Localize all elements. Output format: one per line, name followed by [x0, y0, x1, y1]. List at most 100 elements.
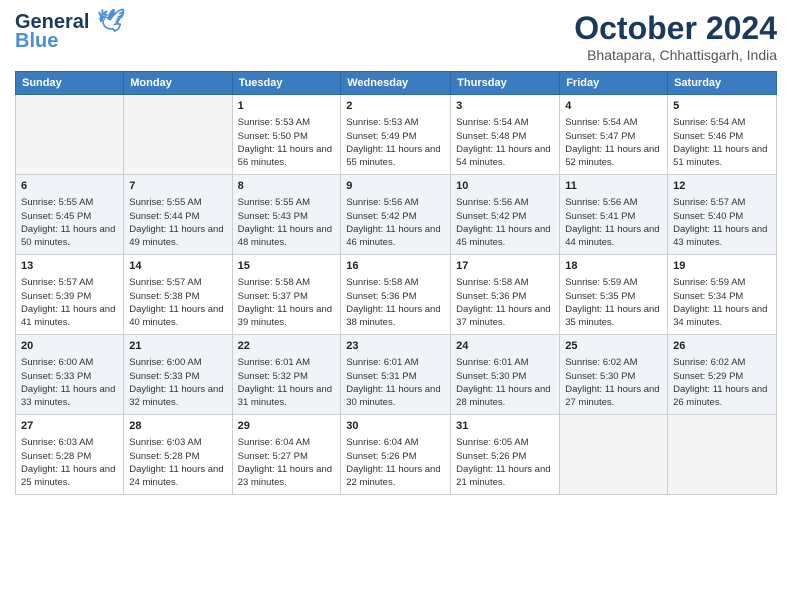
sunset-text: Sunset: 5:39 PM	[21, 290, 118, 303]
day-number: 29	[238, 419, 336, 434]
sunrise-text: Sunrise: 5:56 AM	[565, 196, 662, 209]
daylight-text: Daylight: 11 hours and 55 minutes.	[346, 143, 445, 170]
sunrise-text: Sunrise: 6:05 AM	[456, 436, 554, 449]
sunrise-text: Sunrise: 5:58 AM	[238, 276, 336, 289]
month-title: October 2024	[574, 10, 777, 47]
col-sunday: Sunday	[16, 72, 124, 95]
sunset-text: Sunset: 5:29 PM	[673, 370, 771, 383]
calendar-day-cell	[16, 95, 124, 175]
daylight-text: Daylight: 11 hours and 41 minutes.	[21, 303, 118, 330]
sunrise-text: Sunrise: 5:54 AM	[565, 116, 662, 129]
logo-blue: Blue	[15, 30, 58, 53]
sunrise-text: Sunrise: 6:03 AM	[129, 436, 226, 449]
daylight-text: Daylight: 11 hours and 54 minutes.	[456, 143, 554, 170]
sunset-text: Sunset: 5:26 PM	[346, 450, 445, 463]
day-number: 22	[238, 339, 336, 354]
sunset-text: Sunset: 5:40 PM	[673, 210, 771, 223]
daylight-text: Daylight: 11 hours and 50 minutes.	[21, 223, 118, 250]
calendar-day-cell: 25Sunrise: 6:02 AMSunset: 5:30 PMDayligh…	[560, 335, 668, 415]
sunrise-text: Sunrise: 5:56 AM	[456, 196, 554, 209]
calendar-day-cell	[560, 415, 668, 495]
daylight-text: Daylight: 11 hours and 48 minutes.	[238, 223, 336, 250]
day-number: 31	[456, 419, 554, 434]
daylight-text: Daylight: 11 hours and 28 minutes.	[456, 383, 554, 410]
logo: General 🕊 Blue	[15, 10, 125, 53]
calendar-week-row: 13Sunrise: 5:57 AMSunset: 5:39 PMDayligh…	[16, 255, 777, 335]
calendar-day-cell: 3Sunrise: 5:54 AMSunset: 5:48 PMDaylight…	[451, 95, 560, 175]
sunrise-text: Sunrise: 5:55 AM	[129, 196, 226, 209]
daylight-text: Daylight: 11 hours and 51 minutes.	[673, 143, 771, 170]
sunset-text: Sunset: 5:36 PM	[346, 290, 445, 303]
calendar-day-cell: 5Sunrise: 5:54 AMSunset: 5:46 PMDaylight…	[668, 95, 777, 175]
sunrise-text: Sunrise: 5:55 AM	[238, 196, 336, 209]
page-container: General 🕊 Blue October 2024 Bhatapara, C…	[0, 0, 792, 612]
daylight-text: Daylight: 11 hours and 34 minutes.	[673, 303, 771, 330]
sunrise-text: Sunrise: 5:57 AM	[21, 276, 118, 289]
calendar-day-cell: 1Sunrise: 5:53 AMSunset: 5:50 PMDaylight…	[232, 95, 341, 175]
sunrise-text: Sunrise: 6:00 AM	[21, 356, 118, 369]
sunrise-text: Sunrise: 5:54 AM	[673, 116, 771, 129]
calendar-week-row: 20Sunrise: 6:00 AMSunset: 5:33 PMDayligh…	[16, 335, 777, 415]
col-friday: Friday	[560, 72, 668, 95]
sunset-text: Sunset: 5:28 PM	[129, 450, 226, 463]
daylight-text: Daylight: 11 hours and 43 minutes.	[673, 223, 771, 250]
day-number: 11	[565, 179, 662, 194]
sunrise-text: Sunrise: 6:01 AM	[346, 356, 445, 369]
calendar-week-row: 1Sunrise: 5:53 AMSunset: 5:50 PMDaylight…	[16, 95, 777, 175]
sunrise-text: Sunrise: 6:04 AM	[238, 436, 336, 449]
sunset-text: Sunset: 5:47 PM	[565, 130, 662, 143]
day-number: 13	[21, 259, 118, 274]
col-saturday: Saturday	[668, 72, 777, 95]
sunrise-text: Sunrise: 5:53 AM	[346, 116, 445, 129]
daylight-text: Daylight: 11 hours and 52 minutes.	[565, 143, 662, 170]
sunrise-text: Sunrise: 5:55 AM	[21, 196, 118, 209]
calendar-day-cell: 17Sunrise: 5:58 AMSunset: 5:36 PMDayligh…	[451, 255, 560, 335]
col-tuesday: Tuesday	[232, 72, 341, 95]
sunrise-text: Sunrise: 5:58 AM	[346, 276, 445, 289]
calendar-day-cell	[668, 415, 777, 495]
sunrise-text: Sunrise: 5:56 AM	[346, 196, 445, 209]
calendar-day-cell: 11 Sunrise: 5:56 AMSunset: 5:41 PMDayligh…	[560, 175, 668, 255]
day-number: 1	[238, 99, 336, 114]
col-monday: Monday	[124, 72, 232, 95]
daylight-text: Daylight: 11 hours and 44 minutes.	[565, 223, 662, 250]
day-number: 18	[565, 259, 662, 274]
calendar-day-cell: 12Sunrise: 5:57 AMSunset: 5:40 PMDayligh…	[668, 175, 777, 255]
calendar-day-cell: 30Sunrise: 6:04 AMSunset: 5:26 PMDayligh…	[341, 415, 451, 495]
sunrise-text: Sunrise: 6:01 AM	[456, 356, 554, 369]
sunrise-text: Sunrise: 6:01 AM	[238, 356, 336, 369]
calendar-day-cell: 6Sunrise: 5:55 AMSunset: 5:45 PMDaylight…	[16, 175, 124, 255]
location: Bhatapara, Chhattisgarh, India	[574, 47, 777, 63]
daylight-text: Daylight: 11 hours and 22 minutes.	[346, 463, 445, 490]
calendar-header-row: Sunday Monday Tuesday Wednesday Thursday…	[16, 72, 777, 95]
calendar-day-cell: 10 Sunrise: 5:56 AMSunset: 5:42 PMDayligh…	[451, 175, 560, 255]
day-number: 6	[21, 179, 118, 194]
sunset-text: Sunset: 5:41 PM	[565, 210, 662, 223]
day-number: 3	[456, 99, 554, 114]
day-number: 28	[129, 419, 226, 434]
sunrise-text: Sunrise: 5:53 AM	[238, 116, 336, 129]
calendar-day-cell: 22Sunrise: 6:01 AMSunset: 5:32 PMDayligh…	[232, 335, 341, 415]
daylight-text: Daylight: 11 hours and 25 minutes.	[21, 463, 118, 490]
sunset-text: Sunset: 5:42 PM	[456, 210, 554, 223]
calendar-table: Sunday Monday Tuesday Wednesday Thursday…	[15, 71, 777, 495]
daylight-text: Daylight: 11 hours and 56 minutes.	[238, 143, 336, 170]
daylight-text: Daylight: 11 hours and 46 minutes.	[346, 223, 445, 250]
calendar-day-cell: 14Sunrise: 5:57 AMSunset: 5:38 PMDayligh…	[124, 255, 232, 335]
day-number: 26	[673, 339, 771, 354]
day-number: 8	[238, 179, 336, 194]
sunset-text: Sunset: 5:31 PM	[346, 370, 445, 383]
daylight-text: Daylight: 11 hours and 45 minutes.	[456, 223, 554, 250]
calendar-day-cell: 31Sunrise: 6:05 AMSunset: 5:26 PMDayligh…	[451, 415, 560, 495]
day-number: 10	[456, 179, 554, 194]
day-number: 21	[129, 339, 226, 354]
day-number: 24	[456, 339, 554, 354]
daylight-text: Daylight: 11 hours and 21 minutes.	[456, 463, 554, 490]
title-section: October 2024 Bhatapara, Chhattisgarh, In…	[574, 10, 777, 63]
sunrise-text: Sunrise: 5:57 AM	[129, 276, 226, 289]
daylight-text: Daylight: 11 hours and 39 minutes.	[238, 303, 336, 330]
sunset-text: Sunset: 5:32 PM	[238, 370, 336, 383]
sunset-text: Sunset: 5:37 PM	[238, 290, 336, 303]
col-wednesday: Wednesday	[341, 72, 451, 95]
calendar-day-cell: 21Sunrise: 6:00 AMSunset: 5:33 PMDayligh…	[124, 335, 232, 415]
